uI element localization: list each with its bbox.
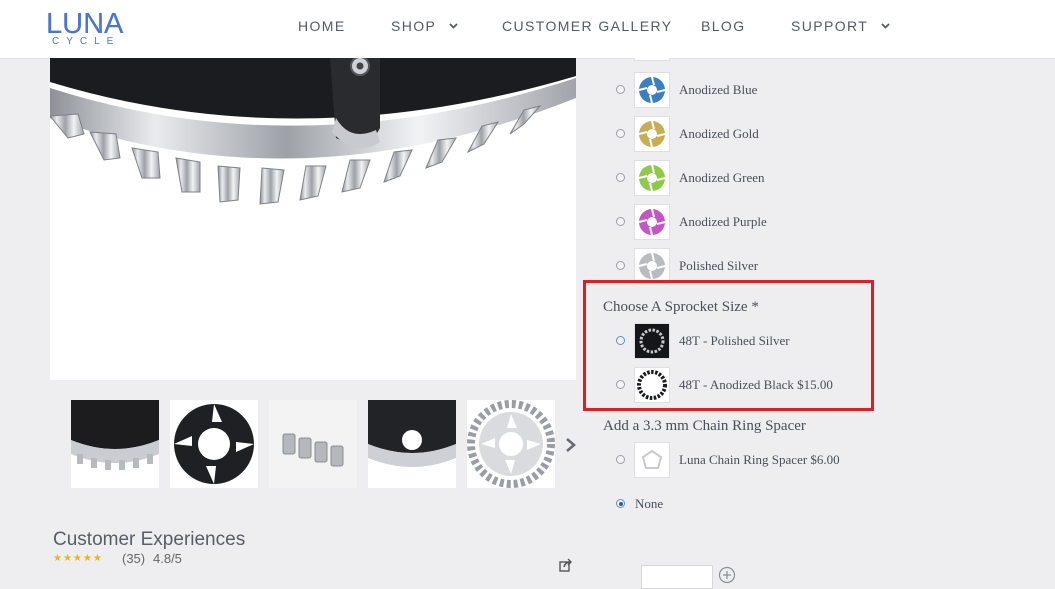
swatch-48t-anodized-black[interactable] — [634, 367, 670, 403]
chevron-right-icon[interactable] — [563, 432, 579, 458]
previous-swatch-edge — [634, 58, 670, 61]
review-count[interactable]: (35) — [122, 551, 145, 566]
site-header: LUNA CYCLE HOME SHOP CUSTOMER GALLERY BL… — [0, 0, 1055, 59]
radio-none[interactable] — [616, 499, 625, 508]
option-label[interactable]: Luna Chain Ring Spacer $6.00 — [679, 452, 840, 468]
spider-black-thumb — [170, 400, 258, 488]
radio-polished-silver[interactable] — [616, 261, 625, 270]
rating-stars: ★★★★★ — [53, 553, 103, 564]
option-label[interactable]: 48T - Polished Silver — [679, 333, 790, 349]
sprocket-silver-thumb — [467, 400, 555, 488]
radio-48t-anodized-black[interactable] — [616, 380, 625, 389]
thumbnail-2[interactable] — [170, 400, 258, 488]
nav-support[interactable]: SUPPORT — [791, 18, 890, 34]
chevron-down-icon — [881, 23, 890, 29]
thumbnail-4[interactable] — [368, 400, 456, 488]
thumbnail-3[interactable] — [269, 400, 357, 488]
swatch-chain-ring-spacer[interactable] — [634, 442, 670, 478]
main-product-image[interactable] — [50, 58, 576, 380]
bolts-thumb — [269, 400, 357, 488]
option-label[interactable]: Anodized Purple — [679, 214, 767, 230]
sprocket-angle-thumb — [368, 400, 456, 488]
radio-anodized-green[interactable] — [616, 173, 625, 182]
sprocket-swatch-icon — [638, 76, 666, 104]
radio-anodized-gold[interactable] — [616, 129, 625, 138]
nav-customer-gallery[interactable]: CUSTOMER GALLERY — [502, 18, 672, 34]
quantity-input[interactable] — [641, 565, 713, 589]
radio-anodized-blue[interactable] — [616, 85, 625, 94]
radio-anodized-purple[interactable] — [616, 217, 625, 226]
option-label[interactable]: Anodized Blue — [679, 82, 757, 98]
thumbnail-1[interactable] — [71, 400, 159, 488]
swatch-anodized-gold[interactable] — [634, 116, 670, 152]
customer-experiences-title: Customer Experiences — [53, 529, 246, 550]
swatch-48t-polished-silver[interactable] — [634, 323, 670, 359]
nav-shop[interactable]: SHOP — [391, 18, 458, 34]
sprocket-size-title: Choose A Sprocket Size * — [603, 299, 759, 315]
sprocket-ring-icon — [635, 324, 669, 358]
sprocket-ring-icon — [637, 370, 667, 400]
nav-support-label: SUPPORT — [791, 18, 868, 34]
option-label[interactable]: Anodized Gold — [679, 126, 759, 142]
sprocket-swatch-icon — [638, 252, 666, 280]
option-label[interactable]: Anodized Green — [679, 170, 765, 186]
option-label[interactable]: 48T - Anodized Black $15.00 — [679, 377, 833, 393]
sprocket-photo — [50, 58, 576, 380]
sprocket-swatch-icon — [638, 208, 666, 236]
option-label[interactable]: None — [635, 496, 663, 512]
sprocket-swatch-icon — [638, 164, 666, 192]
swatch-anodized-purple[interactable] — [634, 204, 670, 240]
nav-home[interactable]: HOME — [298, 18, 346, 34]
logo-subtitle: CYCLE — [52, 36, 121, 47]
radio-48t-polished-silver[interactable] — [616, 336, 625, 345]
spacer-ring-icon — [641, 449, 663, 469]
thumbnail-5[interactable] — [467, 400, 555, 488]
rating-score: 4.8/5 — [153, 551, 182, 566]
nav-blog[interactable]: BLOG — [701, 18, 746, 34]
sprocket-black-thumb — [71, 400, 159, 488]
sprocket-swatch-icon — [638, 120, 666, 148]
swatch-anodized-blue[interactable] — [634, 72, 670, 108]
swatch-polished-silver[interactable] — [634, 248, 670, 284]
chain-ring-spacer-title: Add a 3.3 mm Chain Ring Spacer — [603, 418, 806, 434]
nav-shop-label: SHOP — [391, 18, 437, 34]
plus-circle-icon[interactable] — [718, 566, 736, 584]
share-icon[interactable] — [559, 558, 573, 572]
radio-luna-chain-ring-spacer[interactable] — [616, 455, 625, 464]
chevron-down-icon — [449, 23, 458, 29]
option-label[interactable]: Polished Silver — [679, 258, 758, 274]
luna-cycle-logo[interactable]: LUNA CYCLE — [46, 8, 140, 48]
swatch-anodized-green[interactable] — [634, 160, 670, 196]
